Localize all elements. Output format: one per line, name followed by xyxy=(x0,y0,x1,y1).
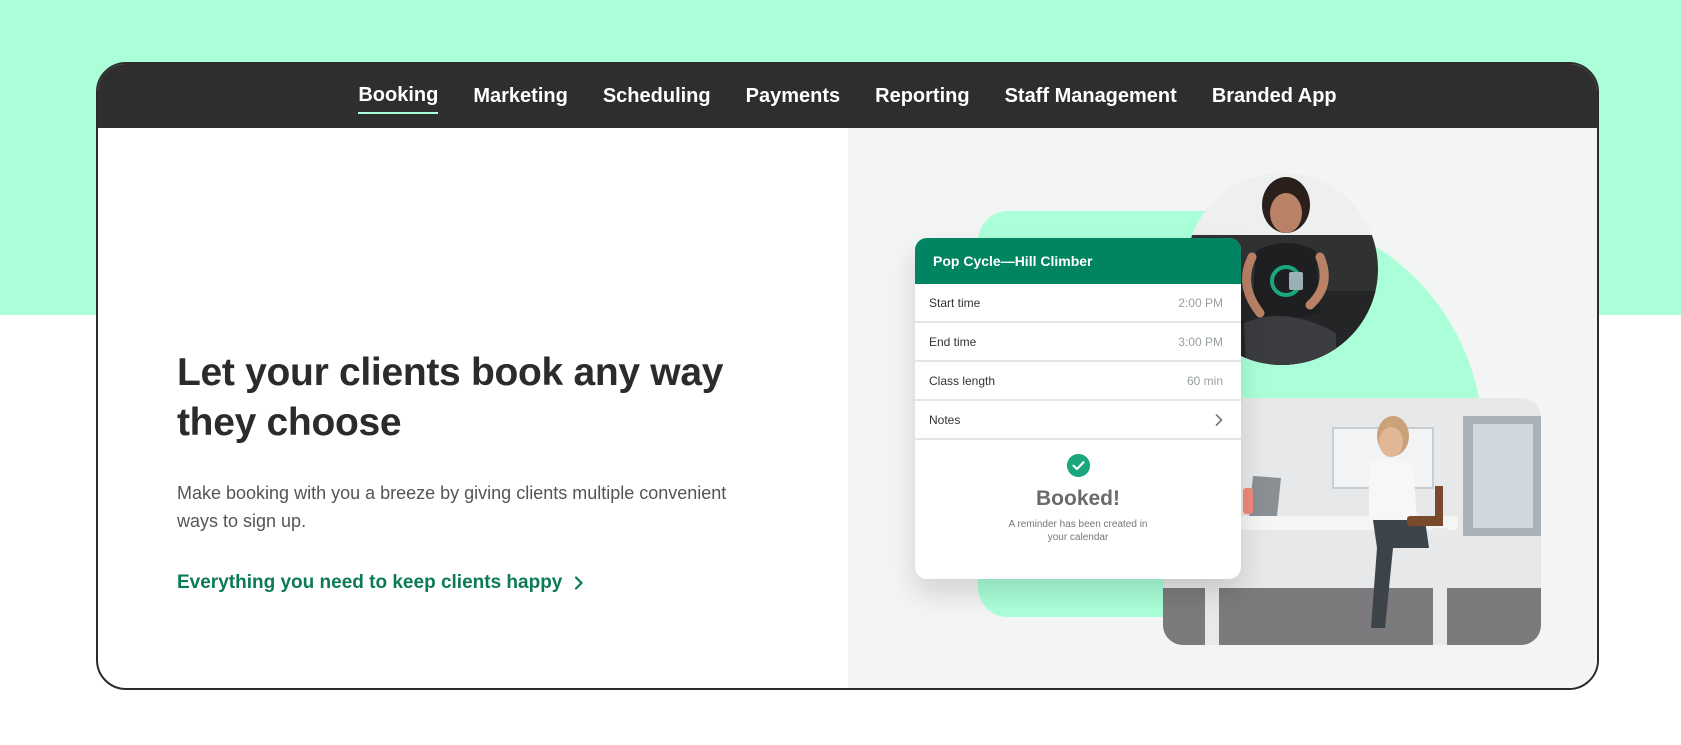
chevron-right-icon xyxy=(575,576,583,590)
keep-clients-happy-link[interactable]: Everything you need to keep clients happ… xyxy=(177,572,584,594)
start-time-label: Start time xyxy=(929,296,981,310)
end-time-value: 3:00 PM xyxy=(1178,335,1223,349)
reminder-note: A reminder has been created in your cale… xyxy=(1008,519,1148,543)
notes-label: Notes xyxy=(929,413,961,427)
check-circle-icon xyxy=(1066,454,1090,477)
booked-status: Booked! A reminder has been created in y… xyxy=(915,440,1241,544)
feature-card: Booking Marketing Scheduling Payments Re… xyxy=(96,62,1599,690)
tab-payments[interactable]: Payments xyxy=(746,79,841,113)
start-time-value: 2:00 PM xyxy=(1178,296,1223,310)
tab-booking[interactable]: Booking xyxy=(358,78,439,114)
tab-branded-app[interactable]: Branded App xyxy=(1212,79,1337,113)
cta-label: Everything you need to keep clients happ… xyxy=(177,572,563,593)
booked-title: Booked! xyxy=(1036,487,1120,510)
end-time-row: End time 3:00 PM xyxy=(915,324,1241,362)
tab-marketing[interactable]: Marketing xyxy=(473,79,567,113)
class-length-value: 60 min xyxy=(1186,374,1223,388)
tab-reporting[interactable]: Reporting xyxy=(875,79,969,113)
booking-confirmation-card: Pop Cycle—Hill Climber Start time 2:00 P… xyxy=(915,238,1241,579)
hero-text-panel: Let your clients book any way they choos… xyxy=(98,128,848,688)
class-length-label: Class length xyxy=(929,374,996,388)
class-title: Pop Cycle—Hill Climber xyxy=(915,238,1241,284)
notes-row[interactable]: Notes xyxy=(915,402,1241,440)
class-length-row: Class length 60 min xyxy=(915,363,1241,401)
hero-subtext: Make booking with you a breeze by giving… xyxy=(177,483,727,531)
tab-scheduling[interactable]: Scheduling xyxy=(603,79,711,113)
end-time-label: End time xyxy=(929,335,977,349)
hero-visual-panel: Pop Cycle—Hill Climber Start time 2:00 P… xyxy=(848,128,1597,688)
tab-staff-management[interactable]: Staff Management xyxy=(1005,79,1177,113)
feature-tabs-nav: Booking Marketing Scheduling Payments Re… xyxy=(98,64,1597,128)
chevron-right-icon xyxy=(1215,414,1223,426)
start-time-row: Start time 2:00 PM xyxy=(915,285,1241,323)
hero-headline: Let your clients book any way they choos… xyxy=(177,351,724,444)
